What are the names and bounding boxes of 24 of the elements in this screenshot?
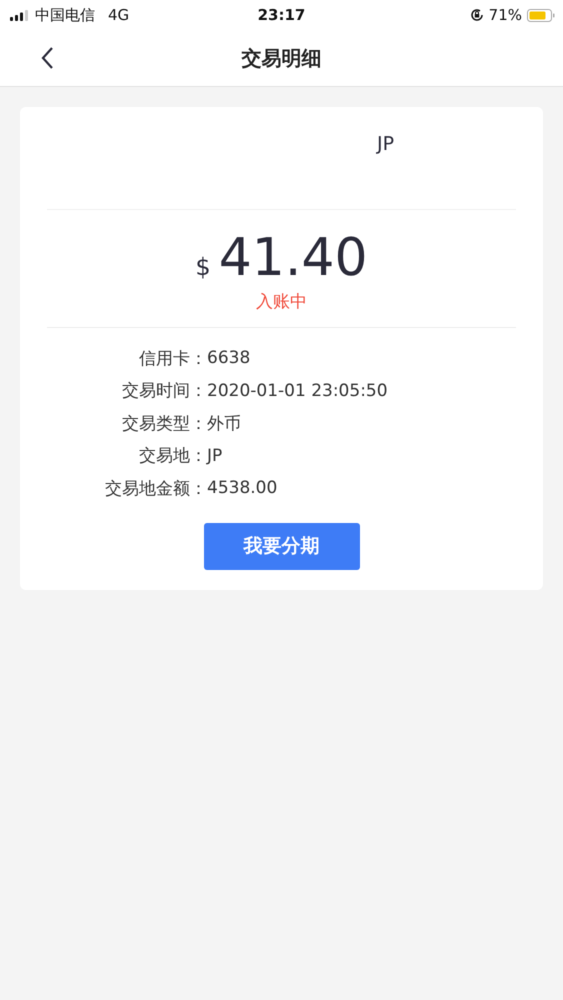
detail-label: 交易地金额： [104, 478, 207, 500]
detail-value: 2020-01-01 23:05:50 [207, 380, 388, 401]
detail-label: 交易时间： [121, 380, 207, 402]
currency-symbol: $ [195, 253, 211, 281]
detail-value: JP [207, 446, 222, 466]
transaction-status: 入账中 [256, 291, 307, 313]
amount-value: 41.40 [218, 228, 368, 288]
battery-percent: 71% [488, 6, 522, 24]
detail-value: 6638 [207, 348, 250, 368]
page-title: 交易明细 [242, 44, 322, 72]
rotation-lock-icon [470, 8, 484, 22]
status-time: 23:17 [258, 6, 306, 24]
detail-label: 信用卡： [138, 348, 207, 370]
network-type: 4G [108, 6, 130, 24]
back-icon[interactable] [40, 46, 54, 70]
detail-label: 交易地： [138, 445, 207, 468]
battery-icon [527, 8, 555, 22]
merchant-name: JP [377, 133, 394, 155]
detail-label: 交易类型： [121, 412, 207, 435]
detail-value: 4538.00 [207, 478, 278, 498]
detail-value: 外币 [207, 412, 241, 435]
signal-icon [10, 10, 30, 20]
carrier-name: 中国电信 [35, 6, 95, 24]
installment-button[interactable]: 我要分期 [204, 522, 360, 570]
